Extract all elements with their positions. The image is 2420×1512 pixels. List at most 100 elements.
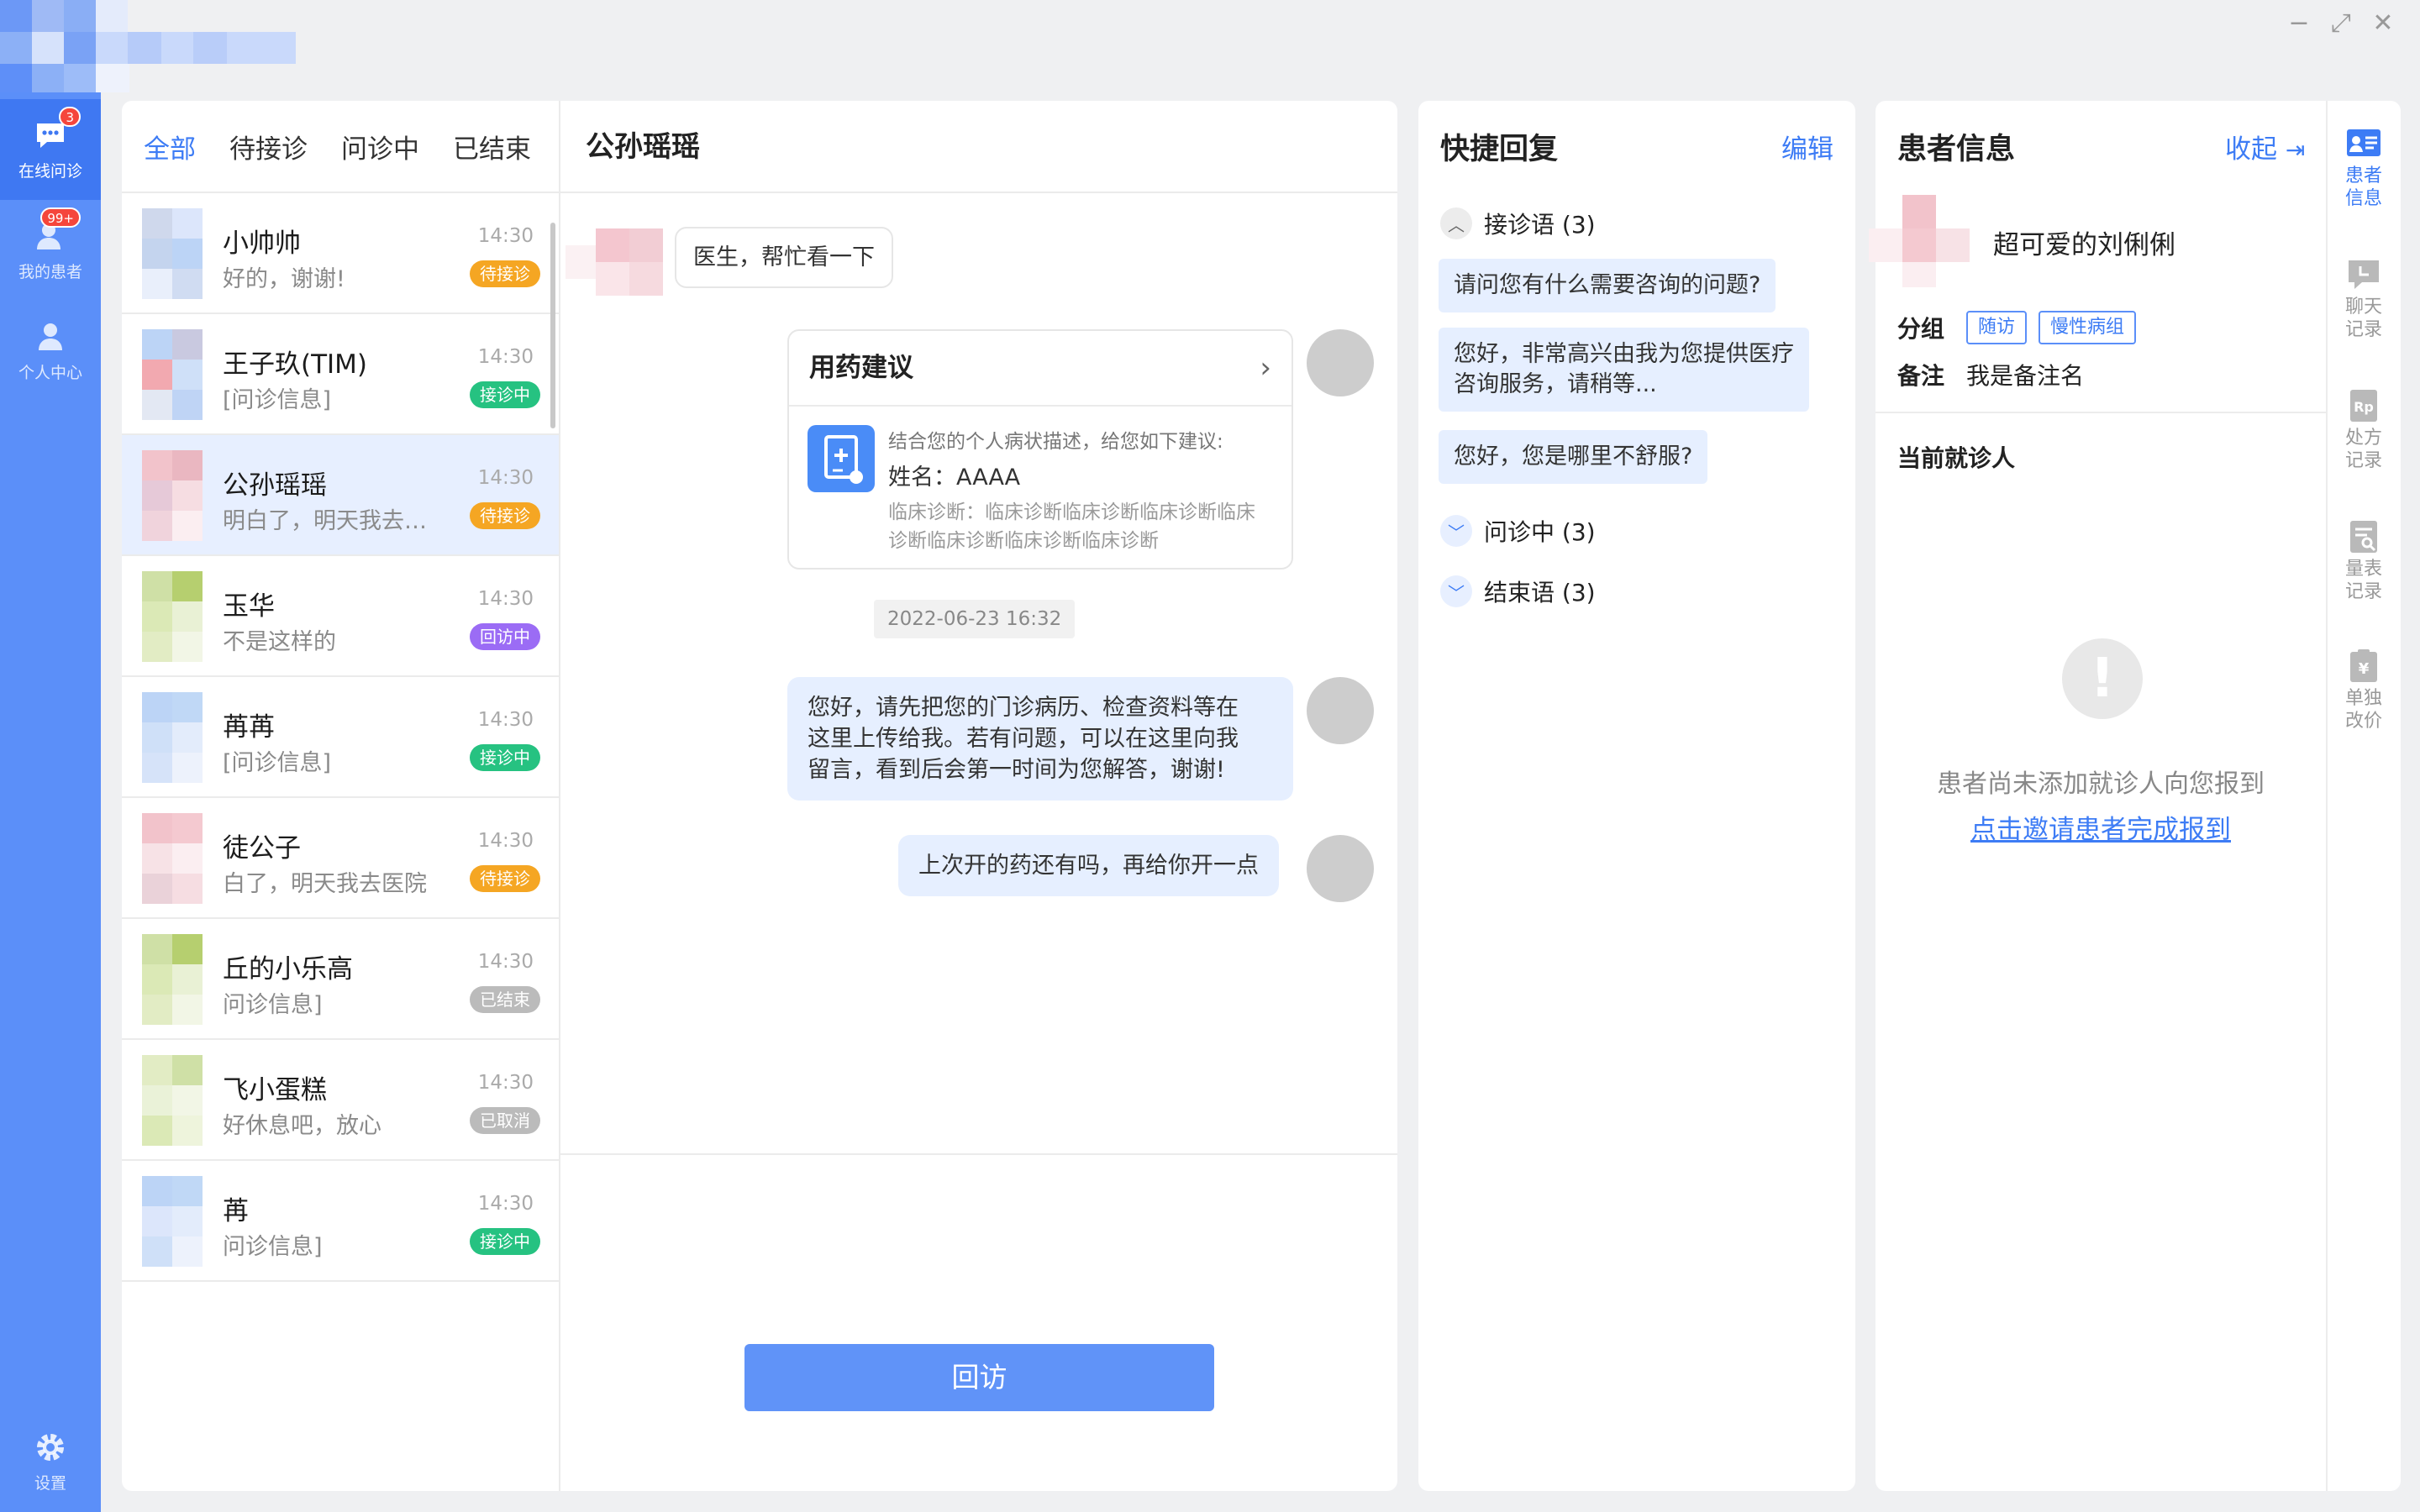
conversation-item[interactable]: 苒苒 [问诊信息] 14:30 接诊中 [122, 677, 559, 798]
doctor-message-line: 您好，请先把您的门诊病历、检查资料等在 [808, 695, 1239, 721]
collapse-arrow-icon: ⇥ [2285, 136, 2306, 164]
status-badge: 接诊中 [470, 381, 540, 408]
nav-online-consult[interactable]: 3 在线问诊 [0, 99, 101, 200]
quick-reply-item[interactable]: 请问您有什么需要咨询的问题? [1439, 259, 1776, 312]
chevron-up-icon: ︿ [1440, 207, 1472, 239]
conversation-preview: [问诊信息] [223, 750, 332, 776]
conversation-time: 14:30 [477, 467, 534, 489]
close-icon[interactable]: ✕ [2371, 11, 2395, 36]
conversation-name: 丘的小乐高 [223, 954, 353, 984]
tool-label: 聊天 [2345, 297, 2383, 318]
status-badge: 已取消 [470, 1107, 540, 1134]
nav-my-patients[interactable]: 99+ 我的患者 [0, 200, 101, 301]
conversation-time: 14:30 [477, 346, 534, 368]
avatar [132, 934, 224, 1025]
status-badge: 待接诊 [470, 502, 540, 529]
maximize-icon[interactable]: ⤢ [2329, 11, 2353, 36]
chevron-down-icon: ﹀ [1440, 575, 1472, 607]
group-chip[interactable]: 慢性病组 [2039, 311, 2137, 344]
conversation-name: 玉华 [223, 591, 275, 622]
status-badge: 待接诊 [470, 865, 540, 892]
prescription-card-title: 用药建议 [809, 353, 913, 383]
avatar-pixel [142, 208, 172, 239]
quick-reply-item[interactable]: 您好，您是哪里不舒服? [1439, 430, 1708, 484]
avatar-pixel [172, 1236, 203, 1267]
avatar-pixel [142, 511, 172, 541]
group-chip[interactable]: 随访 [1966, 311, 2028, 344]
patients-icon: 99+ [32, 207, 81, 253]
conversation-item[interactable]: 王子玖(TIM) [问诊信息] 14:30 接诊中 [122, 314, 559, 435]
conversation-item[interactable]: 公孙瑶瑶 明白了，明天我去医院 14:30 待接诊 [122, 435, 559, 556]
chat-title: 公孙瑶瑶 [560, 101, 1397, 193]
avatar-pixel [172, 964, 203, 995]
tool-chat-record[interactable]: 聊天 记录 [2328, 257, 2400, 341]
conversation-preview: [问诊信息] [223, 387, 332, 413]
quick-reply-item[interactable]: 您好，非常高兴由我为您提供医疗 咨询服务，请稍等... [1439, 328, 1809, 412]
avatar-pixel [172, 571, 203, 601]
tool-price-adjust[interactable]: ¥ 单独 改价 [2328, 648, 2400, 732]
conversation-item[interactable]: 飞小蛋糕 好休息吧，放心 14:30 已取消 [122, 1040, 559, 1161]
quick-reply-title: 快捷回复 [1440, 133, 1559, 166]
tool-scale-record[interactable]: 量表 记录 [2328, 519, 2400, 603]
avatar-pixel [172, 843, 203, 874]
conversation-name: 苒 [223, 1196, 249, 1226]
group-closing[interactable]: ﹀ 结束语 (3) [1440, 573, 1596, 610]
conversation-item[interactable]: 苒问诊信息] 14:30 接诊中 [122, 1161, 559, 1282]
prescription-icon: Rp [2350, 390, 2377, 422]
prescription-card[interactable]: 用药建议 › 结合您的个人病状描述，给您如下建议: 姓名：AAAA 临床诊断：临… [787, 329, 1293, 570]
nav-label: 设置 [34, 1473, 66, 1493]
list-scrollbar[interactable] [550, 223, 555, 428]
group-in-consult[interactable]: ﹀ 问诊中 (3) [1440, 512, 1596, 549]
tab-all[interactable]: 全部 [144, 128, 196, 165]
tool-label: 记录 [2345, 319, 2383, 340]
input-divider [560, 1153, 1397, 1155]
tool-label: 处方 [2345, 428, 2383, 449]
avatar-pixel [142, 571, 172, 601]
conversation-item[interactable]: 徒公子 白了，明天我去医院 14:30 待接诊 [122, 798, 559, 919]
avatar [132, 208, 224, 299]
quick-reply-line: 咨询服务，请稍等... [1454, 371, 1657, 397]
status-badge: 回访中 [470, 623, 540, 650]
nav-personal-center[interactable]: 个人中心 [0, 301, 101, 402]
collapse-button[interactable]: 收起 ⇥ [2225, 124, 2305, 176]
tab-finished[interactable]: 已结束 [453, 128, 531, 165]
nav-settings[interactable]: 设置 [0, 1411, 101, 1512]
avatar [132, 813, 224, 904]
avatar-pixel [172, 390, 203, 420]
revisit-button[interactable]: 回访 [744, 1344, 1214, 1411]
conversation-time: 14:30 [477, 830, 534, 852]
tool-patient-info[interactable]: 患者 信息 [2328, 126, 2400, 210]
quick-reply-panel: 快捷回复 编辑 ︿ 接诊语 (3) 请问您有什么需要咨询的问题? 您好，非常高兴… [1418, 101, 1855, 1491]
prescription-card-header[interactable]: 用药建议 › [789, 331, 1292, 407]
conversation-item[interactable]: 玉华 不是这样的 14:30 回访中 [122, 556, 559, 677]
minimize-icon[interactable]: − [2287, 11, 2311, 36]
invite-link[interactable]: 点击邀请患者完成报到 [1876, 808, 2326, 846]
conversation-preview: 白了，明天我去医院 [223, 871, 427, 897]
avatar-pixel [172, 1206, 203, 1236]
tab-pending[interactable]: 待接诊 [229, 128, 308, 165]
avatar-pixel [142, 964, 172, 995]
conversation-time: 14:30 [477, 1072, 534, 1094]
conversation-item[interactable]: 小帅帅 好的，谢谢! 14:30 待接诊 [122, 193, 559, 314]
patient-avatar [566, 228, 666, 296]
edit-button[interactable]: 编辑 [1781, 124, 1833, 175]
conversation-item[interactable]: 丘的小乐高 问诊信息] 14:30 已结束 [122, 919, 559, 1040]
patient-info-header: 患者信息 [1897, 124, 2108, 175]
avatar-pixel [142, 692, 172, 722]
gear-icon [32, 1431, 69, 1464]
avatar-pixel [172, 269, 203, 299]
conversation-preview: 问诊信息] [223, 1234, 323, 1260]
tool-prescription-record[interactable]: Rp 处方 记录 [2328, 388, 2400, 472]
collapse-label: 收起 [2225, 134, 2277, 165]
doctor-avatar [1307, 329, 1374, 396]
avatar [132, 692, 224, 783]
group-greeting[interactable]: ︿ 接诊语 (3) [1440, 205, 1596, 242]
chat-record-icon [2349, 260, 2379, 289]
conversation-list-panel: 全部 待接诊 问诊中 已结束 小帅帅 好的，谢谢! 14:30 待接诊 王子玖(TIM)… [122, 101, 559, 1491]
avatar-pixel [142, 1206, 172, 1236]
tab-in-consult[interactable]: 问诊中 [341, 128, 419, 165]
avatar [132, 450, 224, 541]
status-badge: 待接诊 [470, 260, 540, 287]
conversation-time: 14:30 [477, 1193, 534, 1215]
tool-label: 信息 [2345, 188, 2383, 209]
